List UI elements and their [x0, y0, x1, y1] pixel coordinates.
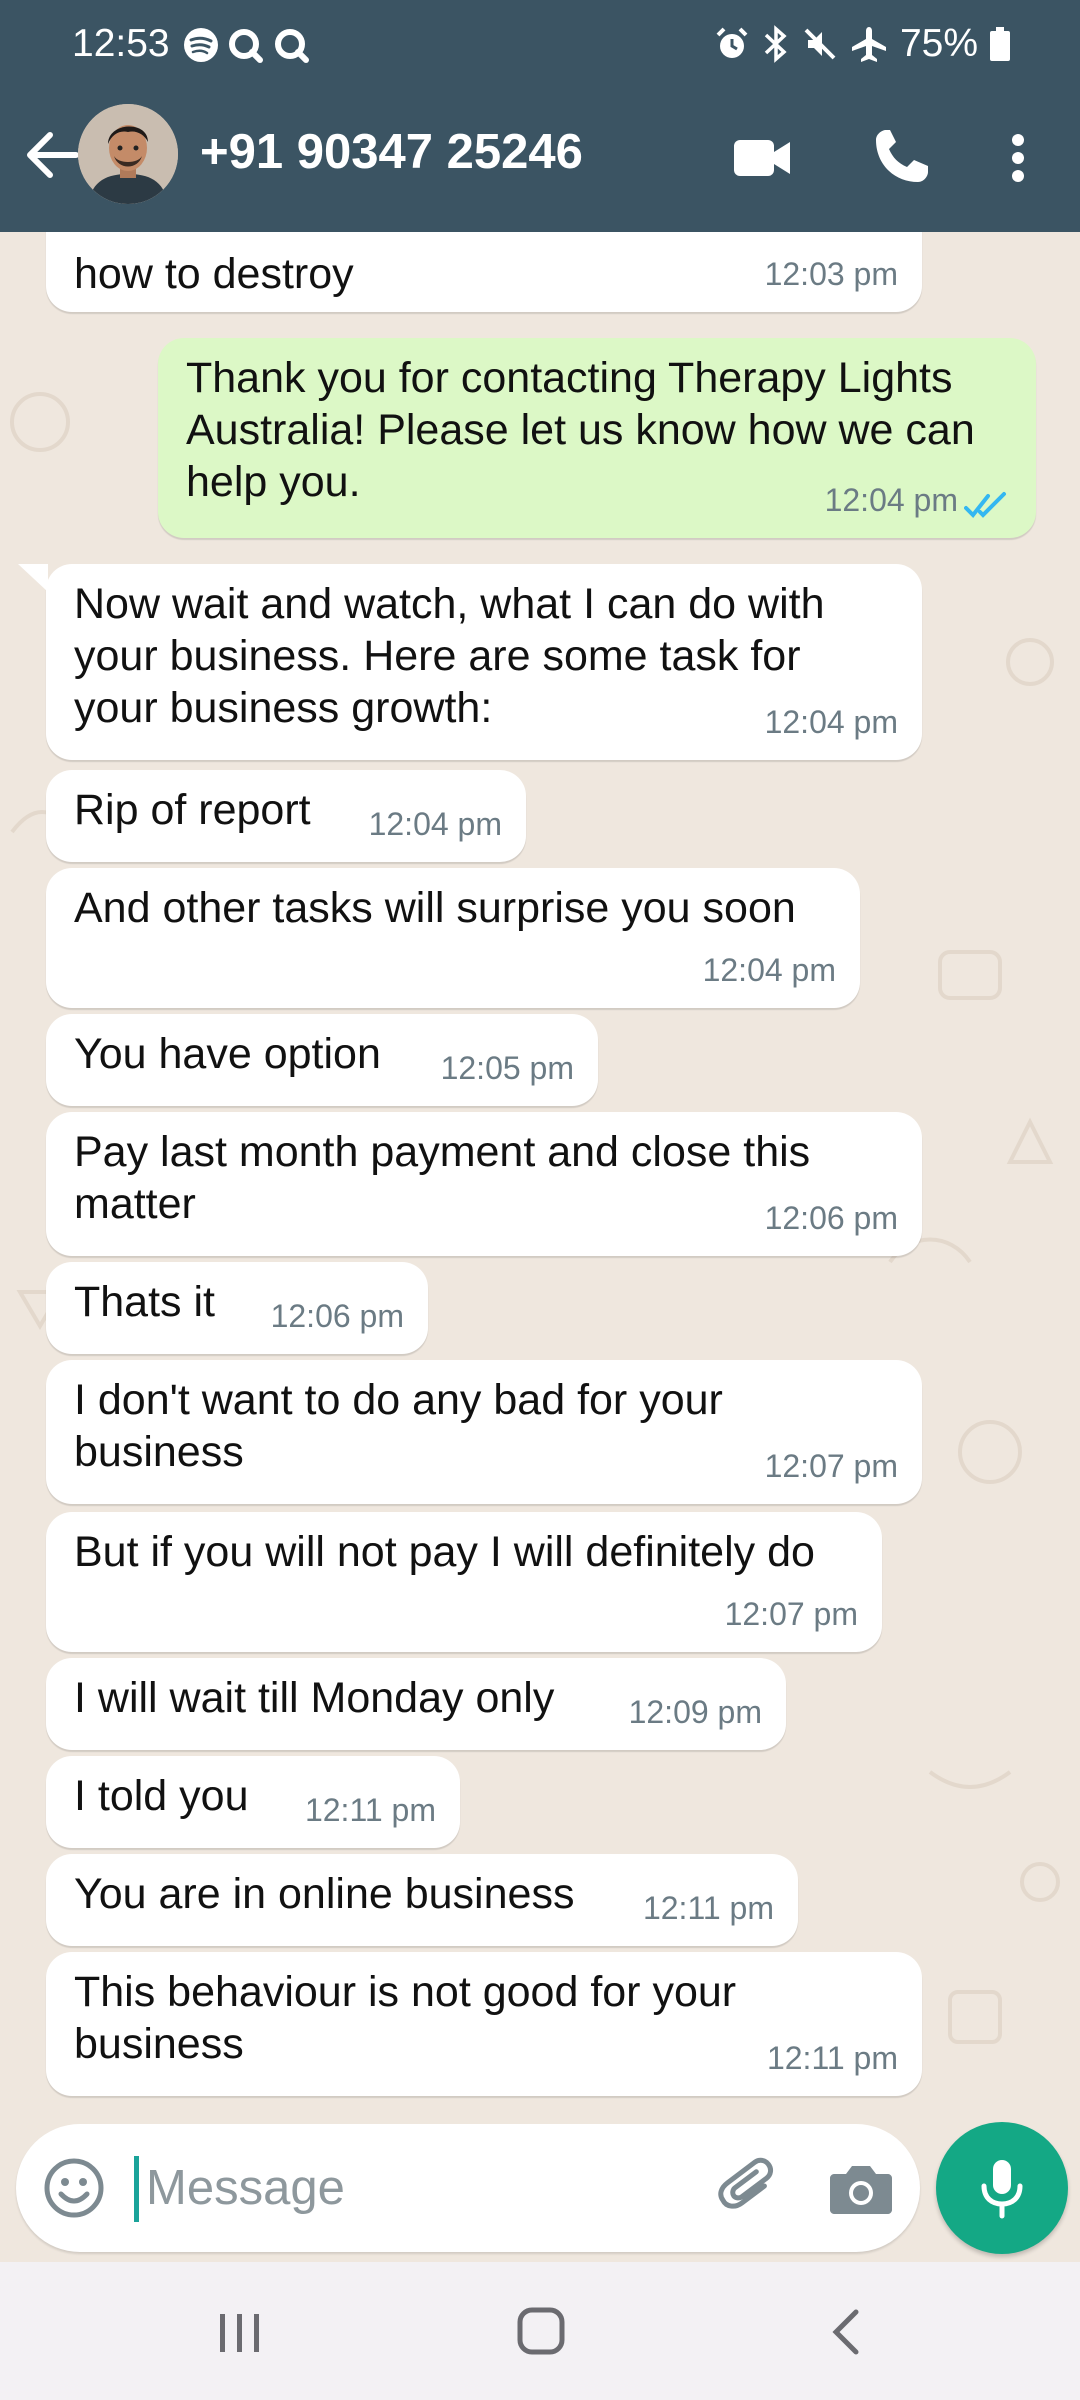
battery-percent: 75%: [899, 22, 978, 65]
phone-call-icon[interactable]: [860, 118, 940, 198]
more-options-icon[interactable]: [995, 118, 1041, 198]
back-icon[interactable]: [826, 2306, 866, 2358]
message-time: 12:06 pm: [764, 1200, 898, 1236]
airplane-icon: [851, 27, 886, 62]
mic-icon: [981, 2160, 1023, 2219]
bubble-tail: [18, 564, 48, 592]
message-bubble[interactable]: how to destroy 12:03 pm: [46, 232, 922, 312]
message-bubble[interactable]: I don't want to do any bad for your busi…: [46, 1360, 922, 1504]
mute-icon: [804, 28, 836, 60]
message-bubble[interactable]: Thats it 12:06 pm: [46, 1262, 428, 1354]
message-bubble[interactable]: And other tasks will surprise you soon 1…: [46, 868, 860, 1008]
message-time: 12:06 pm: [270, 1298, 404, 1334]
message-bubble[interactable]: You have option 12:05 pm: [46, 1014, 598, 1106]
message-time: 12:07 pm: [724, 1596, 858, 1632]
message-time: 12:11 pm: [642, 1890, 774, 1926]
message-text: But if you will not pay I will definitel…: [74, 1528, 815, 1576]
alarm-icon: [716, 27, 748, 58]
message-bubble[interactable]: You are in online business 12:11 pm: [46, 1854, 798, 1946]
message-time: 12:04 pm: [368, 806, 502, 842]
message-input[interactable]: [146, 2154, 706, 2222]
contact-photo: [78, 104, 178, 204]
battery-icon: [990, 27, 1010, 61]
message-bubble[interactable]: I told you 12:11 pm: [46, 1756, 460, 1848]
status-system-icons: 75%: [714, 22, 1010, 66]
message-time: 12:04 pm: [702, 952, 836, 988]
video-call-icon[interactable]: [724, 122, 804, 192]
status-notification-icons: [183, 27, 311, 65]
search-icon: [229, 29, 263, 63]
home-icon[interactable]: [514, 2304, 568, 2358]
message-bubble[interactable]: I will wait till Monday only 12:09 pm: [46, 1658, 786, 1750]
message-time: 12:11 pm: [766, 2040, 898, 2076]
bluetooth-icon: [764, 25, 787, 63]
app-header: 12:53 75% +91 90347 25246: [0, 0, 1080, 232]
camera-icon[interactable]: [826, 2154, 896, 2222]
message-time: 12:11 pm: [304, 1792, 436, 1828]
emoji-icon[interactable]: [40, 2154, 108, 2222]
read-receipt-icon: [964, 492, 1006, 519]
message-bubble[interactable]: This behaviour is not good for your busi…: [46, 1952, 922, 2096]
spotify-icon: [184, 28, 218, 62]
message-bubble[interactable]: Rip of report 12:04 pm: [46, 770, 526, 862]
message-bubble[interactable]: Pay last month payment and close this ma…: [46, 1112, 922, 1256]
search-icon: [275, 29, 309, 63]
message-bubble-outgoing[interactable]: Thank you for contacting Therapy Lights …: [158, 338, 1036, 538]
message-time: 12:09 pm: [628, 1694, 762, 1730]
message-time: 12:04 pm: [764, 704, 898, 740]
mic-button[interactable]: [936, 2122, 1068, 2254]
message-text: And other tasks will surprise you soon: [74, 884, 796, 932]
contact-name[interactable]: +91 90347 25246: [200, 124, 583, 180]
message-bubble[interactable]: Now wait and watch, what I can do with y…: [46, 564, 922, 760]
system-nav-bar: [0, 2262, 1080, 2400]
message-time: 12:03 pm: [764, 256, 898, 292]
status-time: 12:53: [72, 22, 170, 65]
recents-icon[interactable]: [210, 2308, 270, 2358]
message-composer: [16, 2124, 920, 2252]
message-bubble[interactable]: But if you will not pay I will definitel…: [46, 1512, 882, 1652]
avatar[interactable]: [78, 104, 178, 204]
message-time: 12:04 pm: [824, 482, 958, 518]
attach-icon[interactable]: [716, 2154, 784, 2222]
message-time: 12:07 pm: [764, 1448, 898, 1484]
message-time: 12:05 pm: [440, 1050, 574, 1086]
chat-message-list[interactable]: how to destroy 12:03 pm Thank you for co…: [0, 232, 1080, 2120]
text-cursor: [134, 2156, 139, 2222]
